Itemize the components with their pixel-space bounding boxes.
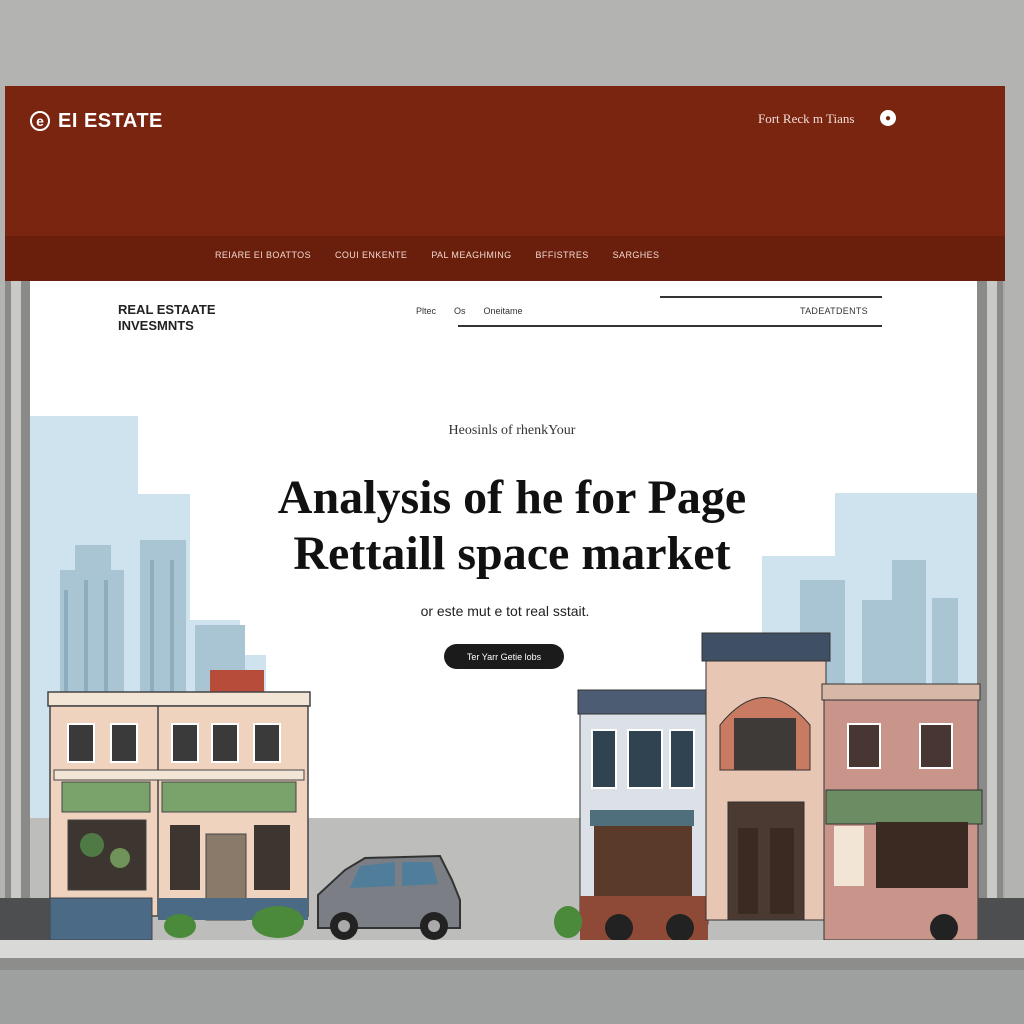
sub-nav: Pltec Os Oneitame <box>416 306 523 316</box>
ground <box>0 970 1024 1024</box>
curb <box>0 958 1024 970</box>
headline-line2: Rettaill space market <box>293 527 731 580</box>
sub-nav-right-link[interactable]: TADEATDENTS <box>800 306 868 316</box>
site-title-line2: INVESMNTS <box>118 318 194 333</box>
site-title[interactable]: REAL ESTAATE INVESMNTS <box>118 302 216 334</box>
left-rail <box>5 281 31 901</box>
brand-text: EI ESTATE <box>58 109 163 132</box>
hero-headline: Analysis of he for Page Rettaill space m… <box>0 470 1024 582</box>
hero-subtext: or este mut e tot real sstait. <box>420 603 590 619</box>
sub-link-oneitame[interactable]: Oneitame <box>484 306 523 316</box>
nav-item-sarghes[interactable]: SARGHES <box>613 250 660 260</box>
sidewalk <box>0 940 1024 960</box>
site-title-line1: REAL ESTAATE <box>118 302 216 317</box>
sub-link-pltec[interactable]: Pltec <box>416 306 436 316</box>
road <box>30 818 977 942</box>
header-link[interactable]: Fort Reck m Tians <box>758 111 854 127</box>
hero-eyebrow: Heosinls of rhenkYour <box>448 423 576 438</box>
divider-line <box>660 296 882 298</box>
headline-line1: Analysis of he for Page <box>277 471 747 524</box>
nav-item-boattos[interactable]: REIARE EI BOATTOS <box>215 250 311 260</box>
nav-item-bffistres[interactable]: BFFISTRES <box>536 250 589 260</box>
nav-item-meaghming[interactable]: PAL MEAGHMING <box>431 250 511 260</box>
sub-link-os[interactable]: Os <box>454 306 466 316</box>
nav-item-enkente[interactable]: COUI ENKENTE <box>335 250 407 260</box>
brand-logo[interactable]: e EI ESTATE <box>30 108 163 134</box>
divider-line <box>458 325 882 327</box>
user-circle-icon[interactable]: ● <box>880 110 896 126</box>
nav-menu: REIARE EI BOATTOS COUI ENKENTE PAL MEAGH… <box>215 250 683 260</box>
brand-icon: e <box>30 111 50 131</box>
right-rail <box>977 281 1003 901</box>
cta-button[interactable]: Ter Yarr Getie lobs <box>444 644 564 669</box>
